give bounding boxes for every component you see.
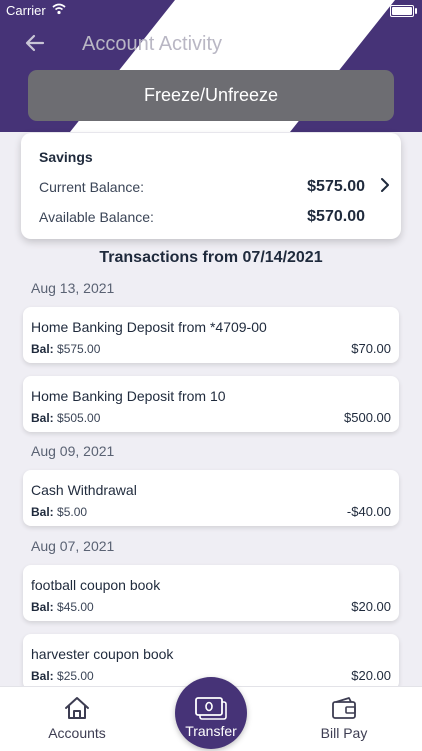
account-name: Savings [39, 149, 93, 165]
current-balance-label: Current Balance: [39, 179, 145, 195]
page-title: Account Activity [82, 33, 223, 55]
tab-bill-pay-label: Bill Pay [320, 725, 368, 741]
home-icon [65, 697, 89, 719]
tab-transfer-label: Transfer [185, 723, 237, 739]
freeze-unfreeze-button[interactable]: Freeze/Unfreeze [28, 70, 394, 121]
transaction-description: Cash Withdrawal [31, 482, 137, 498]
transaction-amount: $20.00 [351, 668, 391, 683]
transaction-description: Home Banking Deposit from 10 [31, 388, 226, 404]
money-icon [195, 697, 227, 720]
tab-bill-pay[interactable]: Bill Pay [284, 687, 404, 751]
transaction-amount: -$40.00 [346, 504, 391, 519]
status-bar: Carrier 1:00 PM [0, 0, 422, 22]
transaction-balance: Bal: $25.00 [31, 669, 94, 683]
transactions-title: Transactions from 07/14/2021 [99, 249, 323, 266]
tab-transfer[interactable]: Transfer [175, 677, 247, 749]
chevron-right-icon[interactable] [379, 177, 391, 193]
back-arrow-icon[interactable] [24, 32, 46, 54]
transaction-row[interactable]: Home Banking Deposit from *4709-00 Bal: … [23, 307, 399, 363]
transaction-amount: $500.00 [344, 410, 391, 425]
transaction-balance: Bal: $575.00 [31, 342, 101, 356]
transaction-amount: $70.00 [351, 341, 391, 356]
available-balance-label: Available Balance: [39, 209, 154, 225]
transaction-row[interactable]: Cash Withdrawal Bal: $5.00 -$40.00 [23, 470, 399, 526]
current-balance-value: $575.00 [307, 178, 365, 195]
transaction-balance: Bal: $5.00 [31, 505, 88, 519]
transaction-balance: Bal: $505.00 [31, 411, 101, 425]
battery-icon [390, 5, 417, 17]
tab-accounts[interactable]: Accounts [17, 687, 137, 751]
transaction-row[interactable]: Home Banking Deposit from 10 Bal: $505.0… [23, 376, 399, 432]
transaction-row[interactable]: football coupon book Bal: $45.00 $20.00 [23, 565, 399, 621]
transaction-description: harvester coupon book [31, 646, 174, 662]
available-balance-value: $570.00 [307, 208, 365, 225]
date-header: Aug 13, 2021 [31, 280, 115, 296]
transaction-description: football coupon book [31, 577, 161, 593]
current-balance-row: Current Balance: $575.00 [39, 178, 365, 195]
transaction-description: Home Banking Deposit from *4709-00 [31, 319, 267, 335]
date-header: Aug 07, 2021 [31, 538, 115, 554]
transaction-balance: Bal: $45.00 [31, 600, 94, 614]
date-header: Aug 09, 2021 [31, 443, 115, 459]
tab-accounts-label: Accounts [48, 725, 106, 741]
available-balance-row: Available Balance: $570.00 [39, 208, 365, 225]
account-balance-card[interactable]: Savings Current Balance: $575.00 Availab… [21, 133, 401, 239]
wallet-icon [332, 697, 356, 719]
status-time: 1:00 PM [186, 3, 236, 18]
transaction-amount: $20.00 [351, 599, 391, 614]
